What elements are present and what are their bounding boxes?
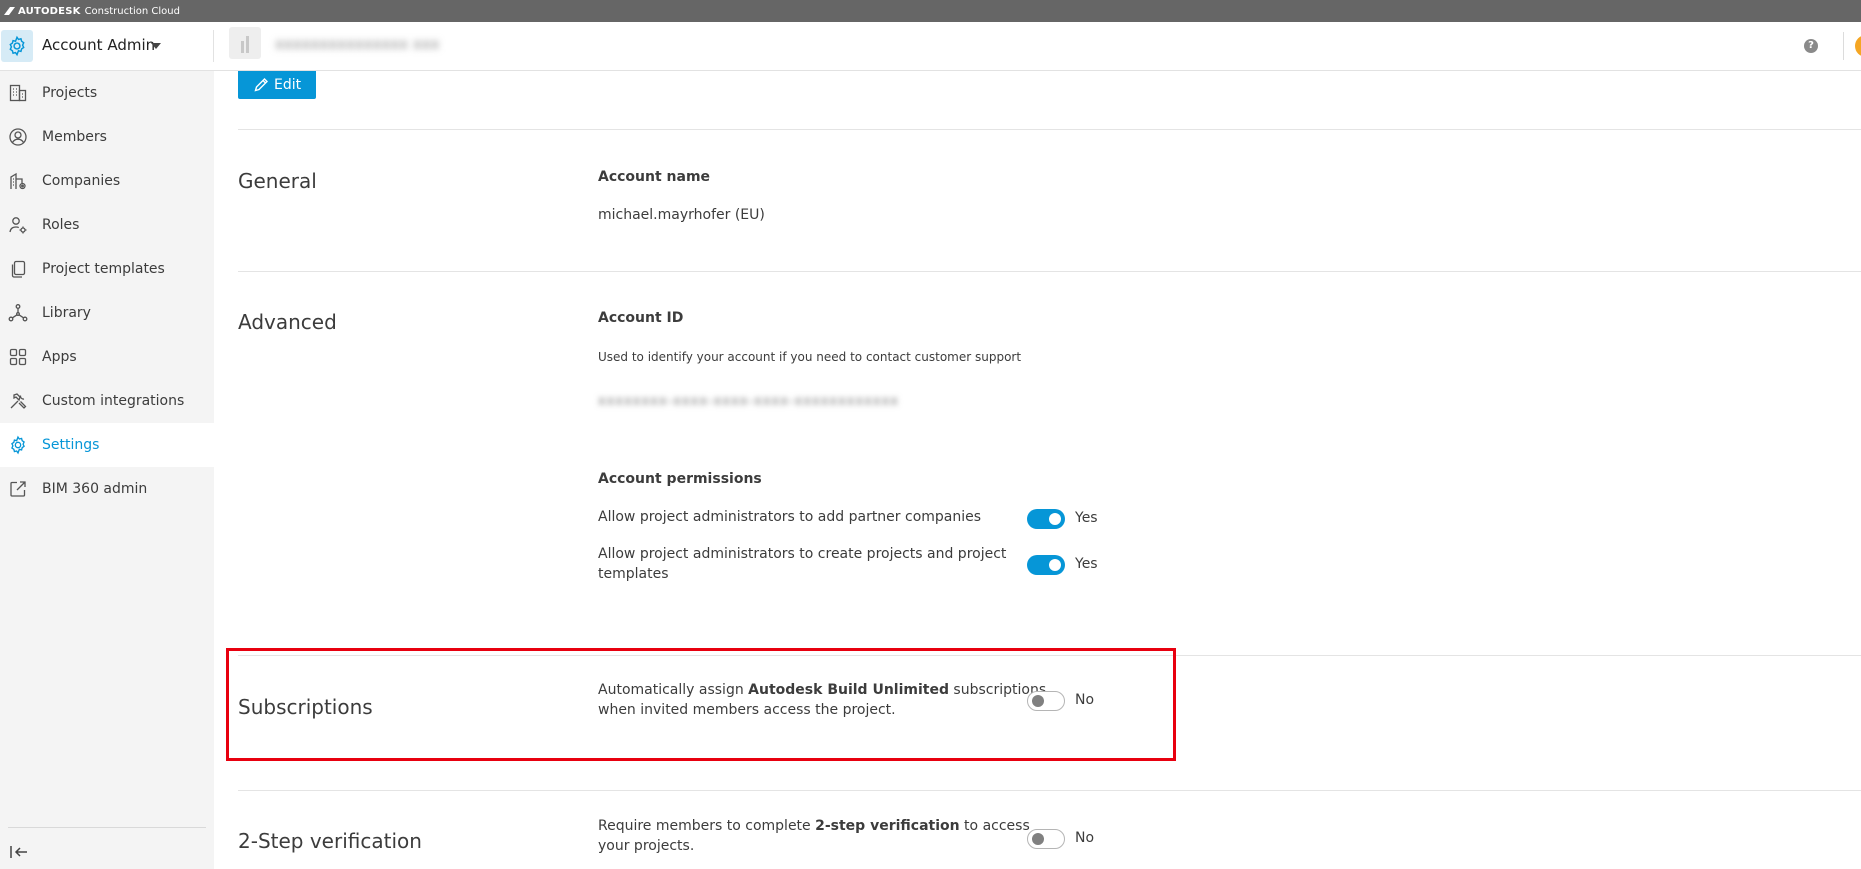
sidebar-item-members[interactable]: Members xyxy=(0,115,214,159)
external-link-icon xyxy=(10,481,26,497)
sidebar-divider xyxy=(8,827,206,828)
sidebar-item-projects[interactable]: Projects xyxy=(0,71,214,115)
section-title-subscriptions: Subscriptions xyxy=(238,695,373,719)
two-step-verification-toggle[interactable] xyxy=(1027,829,1065,849)
sidebar-item-label: Custom integrations xyxy=(42,393,185,409)
grid-icon xyxy=(9,348,27,366)
two-step-text-bold: 2-step verification xyxy=(815,818,960,834)
tools-icon xyxy=(10,393,27,409)
subscriptions-description-line1: Automatically assign Autodesk Build Unli… xyxy=(598,680,1046,700)
permission-add-partner-companies-text: Allow project administrators to add part… xyxy=(598,509,982,525)
sidebar-item-label: BIM 360 admin xyxy=(42,481,148,497)
app-switcher-title[interactable]: Account Admin xyxy=(42,36,155,54)
chevron-down-icon[interactable] xyxy=(151,43,161,49)
permission-add-partner-companies-toggle[interactable] xyxy=(1027,509,1065,529)
account-id-help: Used to identify your account if you nee… xyxy=(598,350,1022,364)
sidebar-item-project-templates[interactable]: Project templates xyxy=(0,247,214,291)
company-icon xyxy=(10,172,26,190)
sidebar-item-companies[interactable]: Companies xyxy=(0,159,214,203)
section-divider xyxy=(238,655,1861,656)
sidebar-item-label: Settings xyxy=(42,437,100,453)
section-title-2-step-verification: 2-Step verification xyxy=(238,829,422,853)
subscriptions-text-bold: Autodesk Build Unlimited xyxy=(748,682,949,698)
collapse-sidebar-icon[interactable] xyxy=(8,841,30,863)
permission-create-projects-toggle[interactable] xyxy=(1027,555,1065,575)
toggle-state-label: No xyxy=(1075,830,1095,846)
sidebar-item-library[interactable]: Library xyxy=(0,291,214,335)
edit-button[interactable]: Edit xyxy=(238,71,316,99)
edit-button-label: Edit xyxy=(274,77,302,93)
permission-create-projects-line1: Allow project administrators to create p… xyxy=(598,546,1007,562)
copy-icon xyxy=(11,260,26,278)
brand-product: Construction Cloud xyxy=(84,5,180,17)
sidebar-item-label: Projects xyxy=(42,85,98,101)
avatar[interactable] xyxy=(1855,35,1861,57)
two-step-description-line2: your projects. xyxy=(598,838,695,854)
permission-create-projects-line2: templates xyxy=(598,566,669,582)
permission-create-projects-text: Allow project administrators to create p… xyxy=(598,544,1006,584)
header-divider-right xyxy=(1843,32,1844,60)
help-icon[interactable]: ? xyxy=(1804,39,1818,53)
pencil-icon xyxy=(254,78,268,92)
sidebar-item-label: Companies xyxy=(42,173,121,189)
autodesk-logo-icon xyxy=(4,7,15,15)
gear-icon xyxy=(11,435,25,455)
user-gear-icon xyxy=(9,217,27,234)
subscriptions-auto-assign-toggle[interactable] xyxy=(1027,691,1065,711)
settings-main: Edit General Account name michael.mayrho… xyxy=(214,71,1861,869)
brand-name: AUTODESK xyxy=(18,5,81,17)
subscriptions-description-line2: when invited members access the project. xyxy=(598,702,896,718)
toggle-state-label: Yes xyxy=(1075,510,1098,526)
sidebar-item-label: Roles xyxy=(42,217,80,233)
account-name-label: Account name xyxy=(598,169,711,185)
sidebar-item-label: Library xyxy=(42,305,91,321)
two-step-description-line1: Require members to complete 2-step verif… xyxy=(598,816,1030,836)
section-divider xyxy=(238,129,1861,130)
account-id-label: Account ID xyxy=(598,310,684,326)
app-header: Account Admin xxxxxxxxxxxxxxx xxx ? xyxy=(0,22,1861,71)
brand-bar: AUTODESK Construction Cloud xyxy=(0,0,1861,22)
section-divider xyxy=(238,271,1861,272)
sidebar-item-custom-integrations[interactable]: Custom integrations xyxy=(0,379,214,423)
subscriptions-text-pre: Automatically assign xyxy=(598,682,749,698)
toggle-state-label: No xyxy=(1075,692,1095,708)
sidebar-item-bim-360-admin[interactable]: BIM 360 admin xyxy=(0,467,214,511)
network-icon xyxy=(8,304,28,322)
project-selector[interactable]: xxxxxxxxxxxxxxx xxx xyxy=(275,35,440,53)
account-id-value: xxxxxxxx-xxxx-xxxx-xxxx-xxxxxxxxxxxx xyxy=(598,394,899,409)
sidebar-item-apps[interactable]: Apps xyxy=(0,335,214,379)
section-divider xyxy=(238,790,1861,791)
subscriptions-description: Automatically assign Autodesk Build Unli… xyxy=(598,680,1046,720)
sidebar-item-label: Project templates xyxy=(42,261,165,277)
account-permissions-label: Account permissions xyxy=(598,471,762,487)
sidebar-item-label: Members xyxy=(42,129,107,145)
account-admin-gear-icon[interactable] xyxy=(1,30,33,62)
toggle-state-label: Yes xyxy=(1075,556,1098,572)
sidebar-item-roles[interactable]: Roles xyxy=(0,203,214,247)
two-step-description: Require members to complete 2-step verif… xyxy=(598,816,1030,856)
account-name-value: michael.mayrhofer (EU) xyxy=(598,207,765,223)
two-step-text-pre: Require members to complete xyxy=(598,818,816,834)
project-thumbnail[interactable] xyxy=(229,27,261,59)
header-divider xyxy=(213,30,214,62)
user-circle-icon xyxy=(9,128,27,146)
section-title-advanced: Advanced xyxy=(238,310,337,334)
building-icon xyxy=(9,84,27,102)
sidebar-item-label: Apps xyxy=(42,349,77,365)
section-title-general: General xyxy=(238,169,317,193)
sidebar-item-settings[interactable]: Settings xyxy=(0,423,214,467)
sidebar: Projects Members Companies Roles Project… xyxy=(0,71,214,869)
two-step-text-post: to access xyxy=(959,818,1030,834)
